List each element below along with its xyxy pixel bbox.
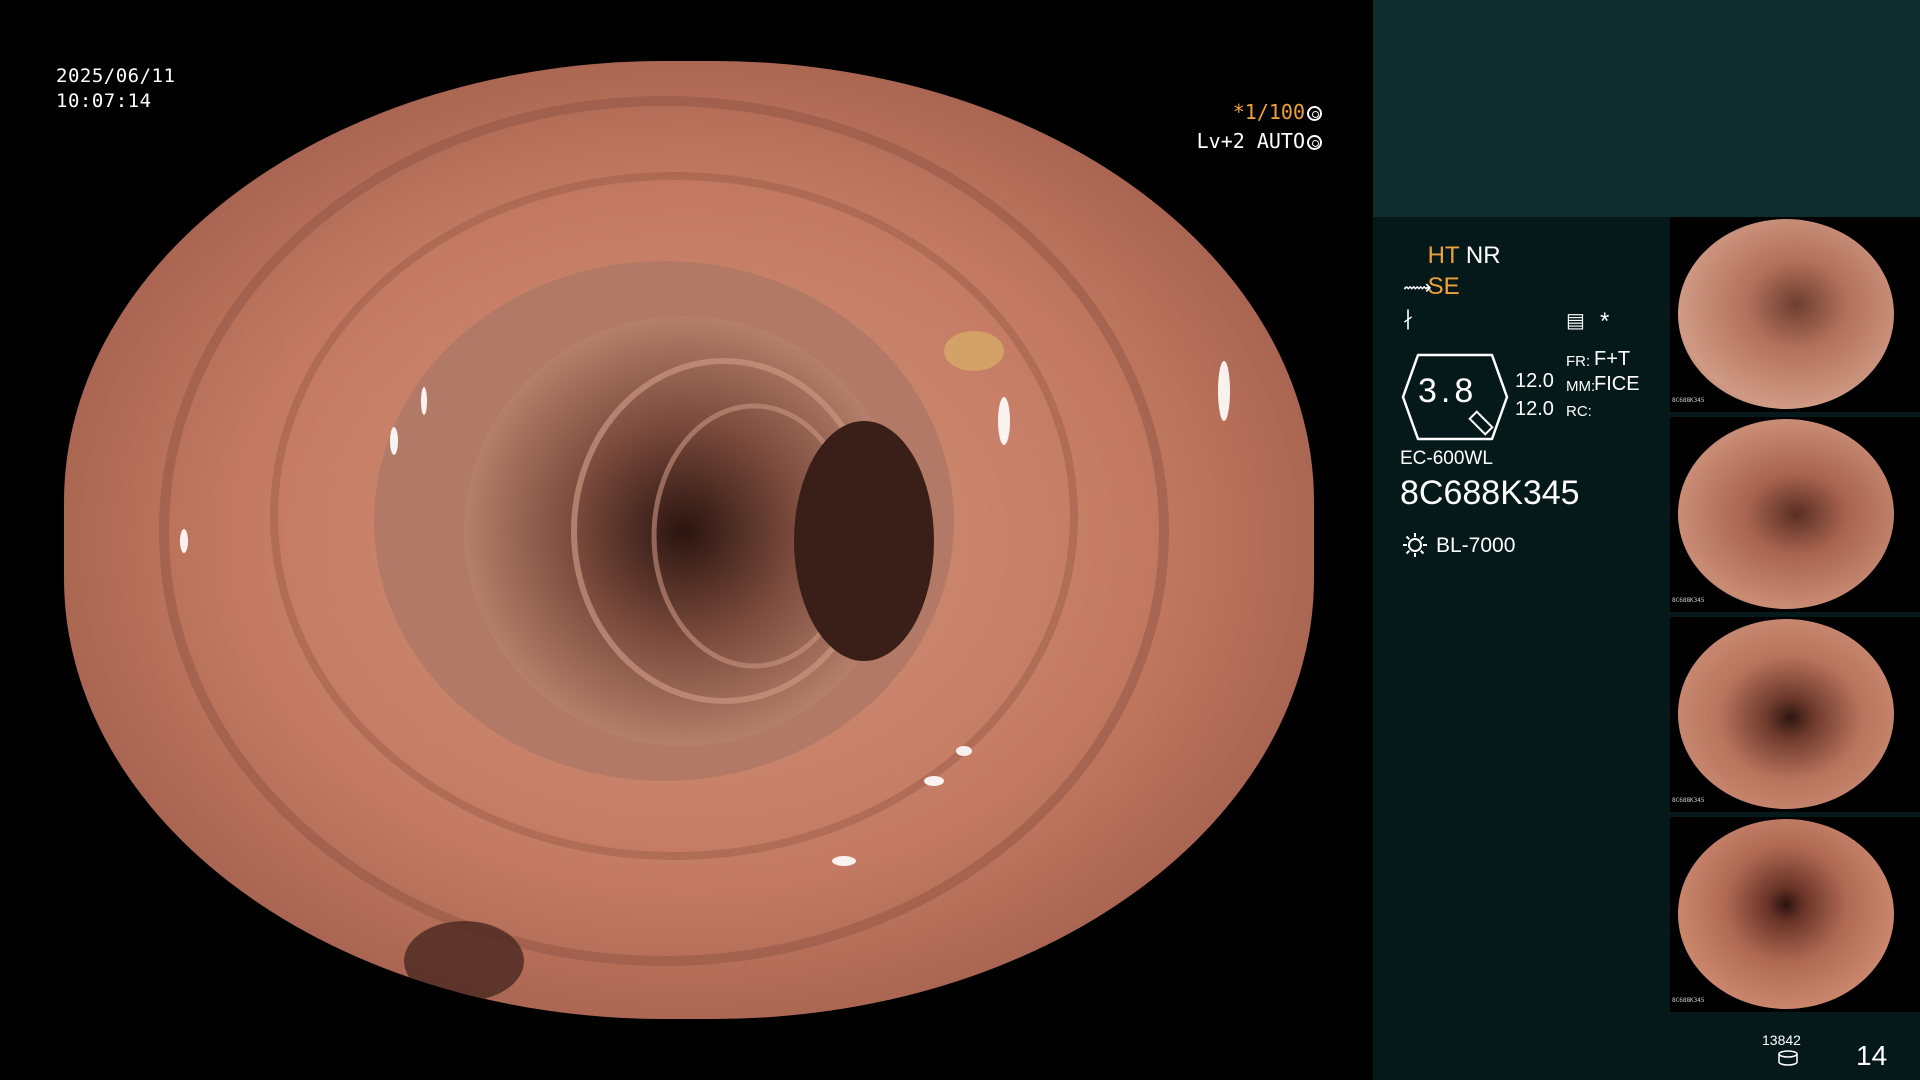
scope-model: EC-600WL — [1400, 448, 1493, 469]
auto-dial-icon — [1307, 135, 1322, 150]
thumbnail-serial: 8C688K345 — [1672, 997, 1705, 1004]
thumbnail-2[interactable]: 8C688K345 — [1670, 417, 1920, 612]
endoscope-main-view: 2025/06/11 10:07:14 *1/100 Lv+2 AUTO — [0, 0, 1372, 1080]
fr-value: F+T — [1594, 348, 1631, 370]
shutter-row: *1/100 — [1160, 98, 1322, 127]
rc-label: RC: — [1566, 403, 1592, 420]
shutter-dial-icon — [1307, 106, 1322, 121]
se-row: ⟿ SE — [1403, 271, 1501, 302]
page-number: 14 — [1856, 1040, 1888, 1071]
thumbnail-serial: 8C688K345 — [1672, 397, 1705, 404]
ht-label: HT — [1427, 242, 1460, 269]
thumbnail-4[interactable]: 8C688K345 — [1670, 817, 1920, 1012]
mm-value: FICE — [1594, 373, 1640, 395]
se-label: SE — [1427, 273, 1460, 300]
thumbnail-serial: 8C688K345 — [1672, 597, 1705, 604]
fr-label: FR: — [1566, 353, 1591, 370]
scope-serial: 8C688K345 — [1400, 474, 1580, 512]
thumbnail-image — [1678, 819, 1894, 1009]
light-source-text: BL-7000 — [1436, 534, 1516, 557]
shutter-text: *1/100 — [1232, 100, 1305, 124]
exposure-status: *1/100 Lv+2 AUTO — [1160, 98, 1322, 156]
gain-bottom: 12.0 — [1515, 398, 1554, 420]
gamma-icon: ∤ — [1403, 308, 1413, 330]
processing-settings: HT NR ⟿ SE ∤ — [1403, 240, 1501, 333]
thumbnail-image — [1678, 419, 1894, 609]
thumbnail-1[interactable]: 8C688K345 — [1670, 217, 1920, 412]
ht-nr-row: HT NR — [1403, 240, 1501, 271]
thumbnail-image — [1678, 219, 1894, 409]
endoscopic-image — [64, 61, 1314, 1019]
display-settings-icon: ▤ — [1566, 310, 1585, 332]
date-text: 2025/06/11 — [56, 65, 176, 87]
level-row: Lv+2 AUTO — [1160, 127, 1322, 156]
image-count: 13842 — [1762, 1032, 1801, 1048]
colon-lumen-image — [64, 61, 1314, 1019]
mm-label: MM: — [1566, 378, 1596, 395]
light-source-icon — [1403, 533, 1427, 557]
color-row: ∤ — [1403, 302, 1501, 333]
structure-enhance-icon: ⟿ — [1403, 277, 1432, 299]
thumbnail-image — [1678, 619, 1894, 809]
thumbnail-3[interactable]: 8C688K345 — [1670, 617, 1920, 812]
sidebar-header-panel — [1373, 0, 1920, 217]
gain-top: 12.0 — [1515, 370, 1554, 392]
prc-value: 3.8 — [1418, 372, 1478, 410]
storage-icon — [1778, 1050, 1798, 1066]
level-text: Lv+2 AUTO — [1196, 129, 1305, 153]
timestamp: 2025/06/11 10:07:14 — [56, 64, 175, 114]
time-text: 10:07:14 — [56, 90, 152, 112]
asterisk-mark: * — [1600, 308, 1610, 335]
nr-label: NR — [1465, 242, 1501, 269]
light-source: BL-7000 — [1402, 532, 1515, 558]
thumbnail-serial: 8C688K345 — [1672, 797, 1705, 804]
